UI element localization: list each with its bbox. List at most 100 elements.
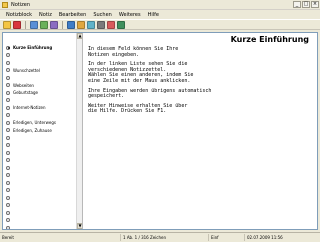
status-mode: Einf [208,233,244,241]
print-icon[interactable] [87,20,95,29]
toolbar-separator [25,20,26,29]
note-list-item[interactable]: Geburtstage [6,89,82,96]
note-list-label: Webseiten [13,82,34,88]
window-controls: _ □ × [293,1,319,8]
menu-weiteres[interactable]: Weiteres [119,12,141,18]
delete-note-icon[interactable] [13,20,21,29]
settings-icon[interactable] [97,20,105,29]
radio-icon[interactable] [6,180,10,185]
note-list-item[interactable] [6,112,82,119]
note-list-item[interactable] [6,164,82,171]
note-list-scrollbar[interactable]: ▲ ▼ [76,33,82,229]
cut-icon[interactable] [30,20,38,29]
note-list-item[interactable]: Webseiten [6,82,82,89]
radio-icon[interactable] [6,150,10,155]
note-list-item[interactable] [6,194,82,201]
note-list-item[interactable]: Kurze Einführung [6,44,82,51]
radio-icon[interactable] [6,68,10,72]
note-list-item[interactable] [6,134,82,141]
radio-icon[interactable] [6,218,10,222]
note-list-item[interactable] [6,202,82,209]
find-next-icon[interactable] [77,20,85,29]
scroll-up-icon[interactable]: ▲ [77,33,82,39]
status-bar: Bereit 1 Ab. 1 / 316 Zeichen Einf 02.07.… [0,232,320,241]
menu-bar: Notizblock Notiz Bearbeiten Suchen Weite… [0,10,320,19]
close-button[interactable]: × [311,1,319,8]
maximize-button[interactable]: □ [302,1,310,8]
note-body[interactable]: In diesem Feld können Sie Ihre Notizen e… [88,46,308,119]
note-list-item[interactable] [6,157,82,164]
radio-icon[interactable] [6,173,10,177]
scroll-down-icon[interactable]: ▼ [77,223,82,229]
note-list-item[interactable] [6,97,82,104]
note-paragraph: Ihre Eingaben werden übrigens automatisc… [88,87,212,100]
status-position: 1 Ab. 1 / 316 Zeichen [120,233,208,241]
note-paragraph: In der linken Liste sehen Sie die versch… [88,61,194,84]
note-list-item[interactable] [6,224,82,229]
note-list-item[interactable] [6,187,82,194]
radio-icon[interactable] [6,195,10,200]
radio-icon[interactable] [6,225,10,229]
window-title: Notizen [11,1,31,8]
radio-icon[interactable] [6,165,10,170]
note-list-label: Geburtstage [13,90,38,95]
radio-icon[interactable] [6,120,10,125]
radio-icon[interactable] [6,98,10,102]
note-list-item[interactable] [6,217,82,224]
title-bar: Notizen _ □ × [0,0,320,10]
radio-icon[interactable] [6,135,10,140]
note-list-label: Erledigen, Zuhause [13,127,52,133]
radio-icon[interactable] [6,75,10,80]
note-list-item[interactable] [6,209,82,216]
note-list-item[interactable] [6,149,82,156]
radio-icon[interactable] [6,83,10,87]
main-content: Erledigen, Zuhause Erledigen, Unterwegs In… [2,32,318,230]
search-icon[interactable] [67,20,75,29]
note-list-label: Wunschzettel [13,67,40,73]
radio-icon[interactable] [6,60,10,65]
menu-hilfe[interactable]: Hilfe [148,12,159,18]
note-list[interactable]: Erledigen, Zuhause Erledigen, Unterwegs In… [3,33,83,229]
export-icon[interactable] [107,20,115,29]
help-icon[interactable] [117,20,125,29]
radio-icon[interactable] [6,53,10,57]
radio-icon[interactable] [6,45,10,50]
menu-suchen[interactable]: Suchen [93,12,112,18]
new-note-icon[interactable] [3,20,11,29]
note-list-item[interactable] [6,59,82,66]
minimize-button[interactable]: _ [293,1,301,8]
radio-icon[interactable] [6,128,10,132]
note-list-item[interactable] [6,52,82,59]
radio-icon[interactable] [6,113,10,117]
radio-icon[interactable] [6,105,10,110]
note-list-item[interactable]: Wunschzettel [6,67,82,74]
note-editor[interactable]: Kurze Einführung In diesem Feld können S… [84,33,319,229]
note-list-item[interactable]: Erledigen, Unterwegs [6,119,82,126]
status-datetime: 02.07.2009 11:56 [244,233,320,241]
note-list-item[interactable]: Erledigen, Zuhause [6,127,82,134]
menu-notiz[interactable]: Notiz [39,12,52,18]
radio-icon[interactable] [6,210,10,215]
copy-icon[interactable] [40,20,48,29]
note-list-label: Erledigen, Unterwegs [13,120,56,125]
radio-icon[interactable] [6,90,10,95]
note-list-item[interactable]: Internet-Notizen [6,104,82,111]
note-list-label: Internet-Notizen [13,105,46,110]
menu-notizblock[interactable]: Notizblock [6,12,32,18]
radio-icon[interactable] [6,143,10,147]
note-list-item[interactable] [6,142,82,149]
menu-bearbeiten[interactable]: Bearbeiten [59,12,86,18]
radio-icon[interactable] [6,188,10,192]
note-list-label: Kurze Einführung [13,45,53,50]
note-list-item[interactable] [6,74,82,81]
note-list-item[interactable] [6,179,82,186]
toolbar [0,19,320,30]
note-paragraph: Weiter Hinweise erhalten Sie über die Hi… [88,102,188,115]
note-paragraph: In diesem Feld können Sie Ihre Notizen e… [88,46,179,58]
note-title: Kurze Einführung [230,35,309,44]
radio-icon[interactable] [6,158,10,162]
paste-icon[interactable] [50,20,58,29]
note-list-item[interactable] [6,172,82,179]
status-ready: Bereit [2,234,14,240]
radio-icon[interactable] [6,203,10,207]
